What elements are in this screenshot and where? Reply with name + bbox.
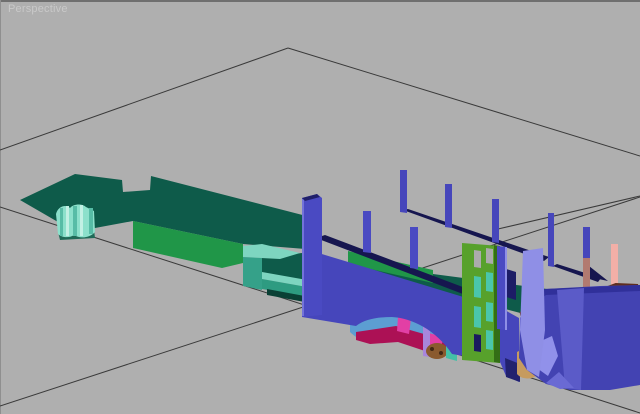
truck-left-stake[interactable] bbox=[302, 194, 322, 317]
viewport-label[interactable]: Perspective bbox=[8, 3, 68, 15]
far-post-2[interactable] bbox=[445, 184, 452, 228]
far-post-3[interactable] bbox=[492, 199, 499, 243]
right-post-blue-top[interactable] bbox=[583, 227, 590, 258]
fender-highlight-1 bbox=[66, 206, 69, 236]
frame-slot-navy bbox=[474, 334, 481, 352]
fender-stripe-1 bbox=[60, 208, 63, 236]
frame-slot-gray-1 bbox=[474, 250, 481, 268]
step-left-face[interactable] bbox=[243, 257, 262, 290]
hub-bolt-1 bbox=[430, 347, 434, 351]
fender-stripe-3 bbox=[89, 208, 93, 234]
near-post-2[interactable] bbox=[410, 227, 418, 269]
hub-bolt-2 bbox=[439, 351, 443, 355]
corner-post-light-edge bbox=[505, 247, 507, 330]
far-post-4[interactable] bbox=[548, 213, 554, 267]
frame-slot-teal-2 bbox=[486, 272, 493, 292]
frame-slot-gray-2 bbox=[486, 248, 493, 264]
trailer-fender[interactable] bbox=[56, 204, 95, 237]
fender-highlight-2 bbox=[80, 205, 83, 236]
frame-slot-teal-1 bbox=[474, 276, 481, 298]
corner-post[interactable] bbox=[497, 246, 507, 330]
frame-slot-teal-4 bbox=[486, 302, 493, 322]
far-post-1[interactable] bbox=[400, 170, 407, 213]
left-stake-body[interactable] bbox=[302, 194, 322, 317]
fender-stripe-2 bbox=[73, 206, 77, 236]
frame-slot-teal-3 bbox=[474, 306, 481, 328]
near-post-1[interactable] bbox=[363, 211, 371, 253]
window-top-edge bbox=[0, 0, 640, 2]
right-post-salmon[interactable] bbox=[611, 244, 618, 287]
axle-hub[interactable] bbox=[426, 343, 448, 359]
frame-slot-teal-5 bbox=[486, 330, 493, 350]
3d-canvas[interactable] bbox=[0, 0, 640, 414]
green-ladder-frame[interactable] bbox=[462, 243, 500, 363]
viewport-perspective[interactable]: Perspective bbox=[0, 0, 640, 414]
